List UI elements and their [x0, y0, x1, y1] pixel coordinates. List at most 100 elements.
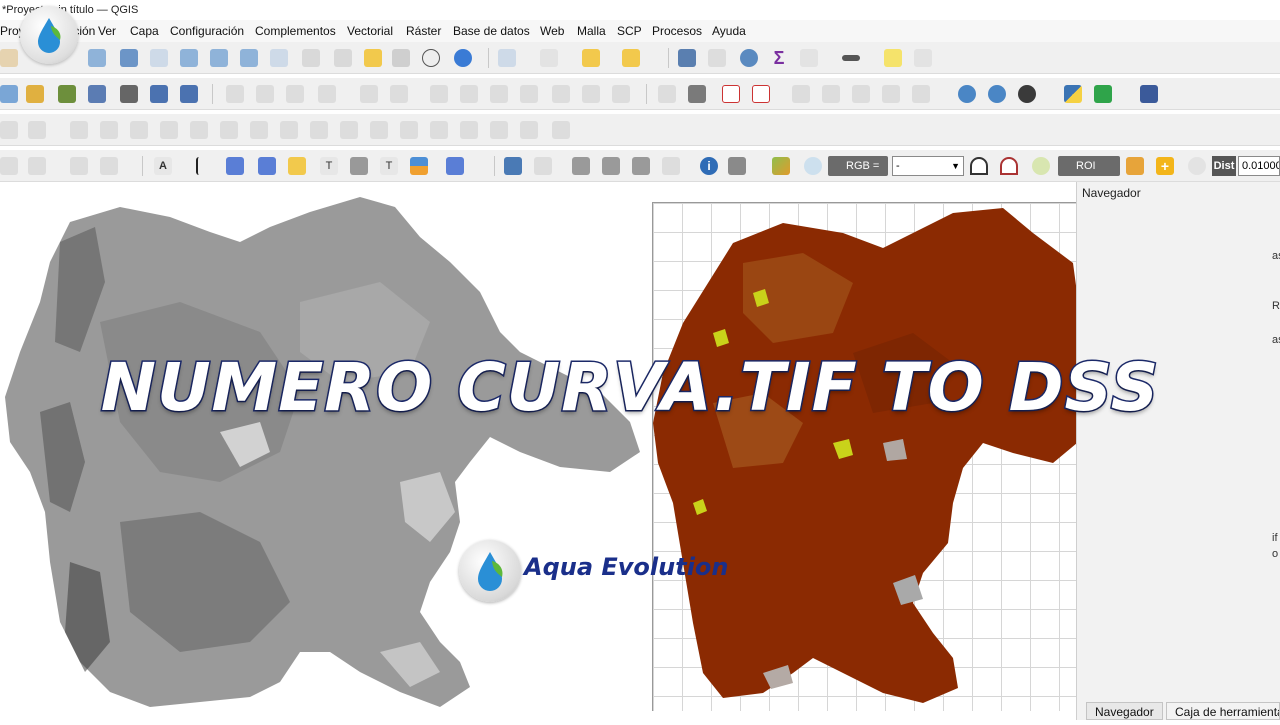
- map-canvas[interactable]: [0, 182, 652, 720]
- node-add-icon[interactable]: [258, 157, 276, 175]
- picture-icon[interactable]: [410, 157, 428, 175]
- menu-item-capa[interactable]: Capa: [130, 20, 159, 42]
- fill-ring-icon[interactable]: [100, 121, 118, 139]
- bookmark-icon[interactable]: [364, 49, 382, 67]
- menu-item-ayuda[interactable]: Ayuda: [712, 20, 746, 42]
- dock-icon[interactable]: [504, 157, 522, 175]
- shape-icon[interactable]: [70, 157, 88, 175]
- cursor-icon[interactable]: [196, 157, 214, 175]
- menu-item-ver[interactable]: Ver: [98, 20, 116, 42]
- pencil-icon[interactable]: [256, 85, 274, 103]
- split-features-icon[interactable]: [250, 121, 268, 139]
- scale-icon[interactable]: [520, 121, 538, 139]
- add-mesh-icon[interactable]: [150, 85, 168, 103]
- merge-attributes-icon[interactable]: [340, 121, 358, 139]
- menu-item-scp[interactable]: SCP: [617, 20, 642, 42]
- modify-attributes-icon[interactable]: [390, 85, 408, 103]
- zoom-native-icon[interactable]: [210, 49, 228, 67]
- delete-part-icon[interactable]: [160, 121, 178, 139]
- zoom-in-icon[interactable]: [88, 49, 106, 67]
- identify-icon[interactable]: [678, 49, 696, 67]
- redo-icon[interactable]: [612, 85, 630, 103]
- deselect-icon[interactable]: [582, 49, 600, 67]
- attribute-table-icon[interactable]: [708, 49, 726, 67]
- pan-point-icon[interactable]: [602, 157, 620, 175]
- dist-input[interactable]: 0.01000: [1238, 156, 1280, 176]
- zoom-selection-icon[interactable]: [150, 49, 168, 67]
- text-tool-icon[interactable]: T: [320, 157, 338, 175]
- measure-icon[interactable]: [842, 55, 860, 61]
- globe-icon[interactable]: [958, 85, 976, 103]
- data-source-manager-icon[interactable]: [0, 85, 18, 103]
- new-geopackage-icon[interactable]: [26, 85, 44, 103]
- scp-dock-icon[interactable]: [772, 157, 790, 175]
- offset-curve-icon[interactable]: [220, 121, 238, 139]
- select-features-icon[interactable]: [498, 49, 516, 67]
- label-move-icon[interactable]: [792, 85, 810, 103]
- simplify-icon[interactable]: [400, 121, 418, 139]
- help-icon[interactable]: [1140, 85, 1158, 103]
- add-wms-icon[interactable]: [180, 85, 198, 103]
- node-icon[interactable]: [226, 157, 244, 175]
- globe-search-icon[interactable]: [988, 85, 1006, 103]
- paste-icon[interactable]: [552, 85, 570, 103]
- show-bookmarks-icon[interactable]: [392, 49, 410, 67]
- text-box-icon[interactable]: T: [380, 157, 398, 175]
- star-icon[interactable]: [288, 157, 306, 175]
- rectangle-icon[interactable]: [100, 157, 118, 175]
- map-view-2[interactable]: [652, 202, 1077, 711]
- python-icon[interactable]: [1064, 85, 1082, 103]
- pan-icon[interactable]: [0, 49, 18, 67]
- label-icon[interactable]: [658, 85, 676, 103]
- label-layer-icon[interactable]: [688, 85, 706, 103]
- zoom-last-icon[interactable]: [240, 49, 258, 67]
- tab-caja-de-herramientas[interactable]: Caja de herramientas: [1166, 702, 1280, 720]
- menu-item-web[interactable]: Web: [540, 20, 564, 42]
- wrench-icon[interactable]: [728, 157, 746, 175]
- vertex-tool-icon[interactable]: [360, 85, 378, 103]
- select-location-icon[interactable]: [622, 49, 640, 67]
- roi-arc-red-icon[interactable]: [1000, 157, 1018, 175]
- rotate-icon[interactable]: [552, 121, 570, 139]
- cut-icon[interactable]: [490, 85, 508, 103]
- zoom-full-icon[interactable]: [120, 49, 138, 67]
- copy-icon[interactable]: [520, 85, 538, 103]
- rotate-point-icon[interactable]: [370, 121, 388, 139]
- menu-item-base-de-datos[interactable]: Base de datos: [453, 20, 530, 42]
- add-delimited-text-icon[interactable]: [88, 85, 106, 103]
- scp-zoom-icon[interactable]: [804, 157, 822, 175]
- trim-extend-icon[interactable]: [430, 121, 448, 139]
- move-icon[interactable]: [350, 157, 368, 175]
- annotation-icon[interactable]: [914, 49, 932, 67]
- reverse-line-icon[interactable]: [460, 121, 478, 139]
- zoom-next-icon[interactable]: [270, 49, 288, 67]
- hand-point-icon[interactable]: [662, 157, 680, 175]
- advanced-digitize-icon[interactable]: [0, 121, 18, 139]
- gear-icon[interactable]: [740, 49, 758, 67]
- add-part-icon[interactable]: [70, 121, 88, 139]
- globe-settings-icon[interactable]: [1018, 85, 1036, 103]
- clock-icon[interactable]: [422, 49, 440, 67]
- menu-item-procesos[interactable]: Procesos: [652, 20, 702, 42]
- navigator-header[interactable]: Navegador: [1082, 186, 1141, 200]
- html-icon[interactable]: [446, 157, 464, 175]
- menu-item-vectorial[interactable]: Vectorial: [347, 20, 393, 42]
- crosshair-icon[interactable]: [534, 157, 552, 175]
- trash-icon[interactable]: [460, 85, 478, 103]
- label-rotate-icon[interactable]: [822, 85, 840, 103]
- merge-features-icon[interactable]: [310, 121, 328, 139]
- menu-item-raster[interactable]: Ráster: [406, 20, 441, 42]
- digitize-icon[interactable]: [318, 85, 336, 103]
- grid-icon[interactable]: [28, 157, 46, 175]
- zoom-point-icon[interactable]: [572, 157, 590, 175]
- add-vector-icon[interactable]: [58, 85, 76, 103]
- menu-item-complementos[interactable]: Complementos: [255, 20, 336, 42]
- roi-arc-icon[interactable]: [970, 157, 988, 175]
- rgb-select[interactable]: - ▼: [892, 156, 964, 176]
- delete-icon[interactable]: [430, 85, 448, 103]
- label-change-icon[interactable]: [852, 85, 870, 103]
- plugin-icon[interactable]: [1094, 85, 1112, 103]
- undo-icon[interactable]: [582, 85, 600, 103]
- translate-icon[interactable]: [490, 121, 508, 139]
- split-parts-icon[interactable]: [280, 121, 298, 139]
